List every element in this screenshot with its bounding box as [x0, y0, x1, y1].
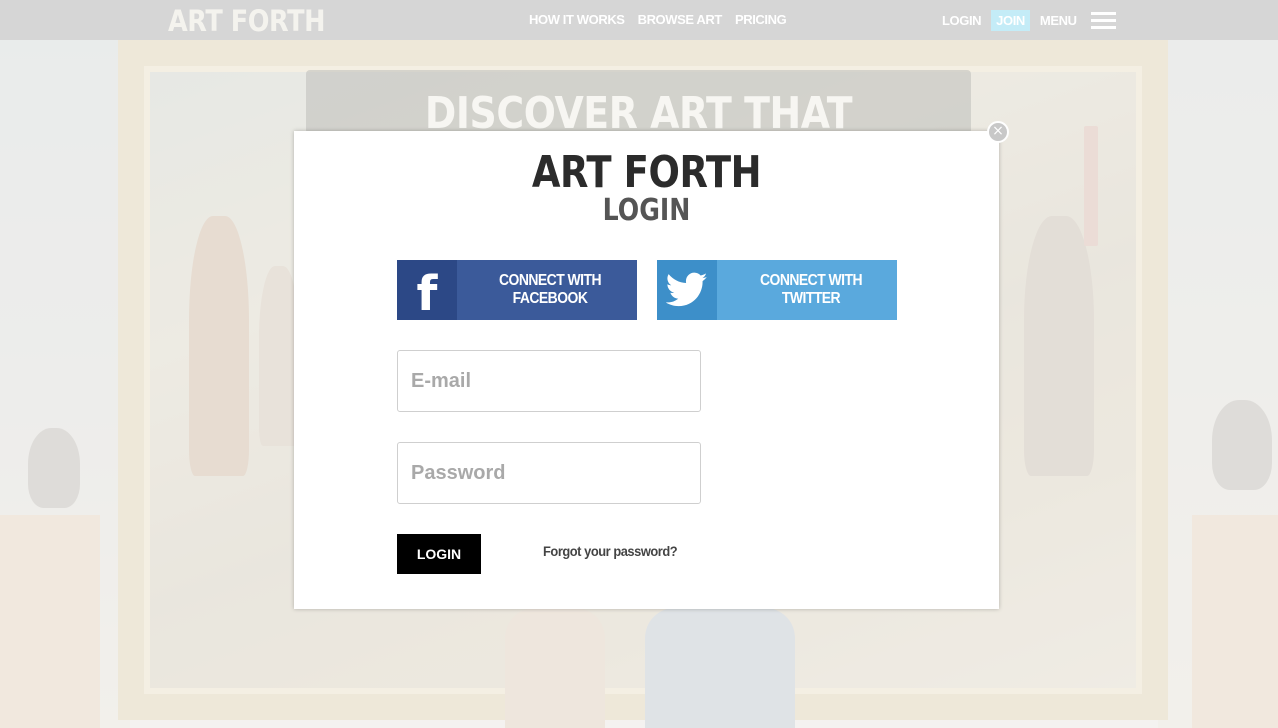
primary-nav: HOW IT WORKS BROWSE ART PRICING [529, 12, 787, 27]
nav-browse-art[interactable]: BROWSE ART [638, 12, 723, 27]
email-field[interactable] [397, 350, 701, 412]
login-modal: ART FORTH LOGIN f CONNECT WITH FACEBOOK … [294, 131, 999, 609]
nav-login[interactable]: LOGIN [942, 13, 982, 28]
connect-facebook-button[interactable]: f CONNECT WITH FACEBOOK [397, 260, 637, 320]
account-nav: LOGIN JOIN MENU [942, 10, 1116, 31]
top-nav: ART FORTH HOW IT WORKS BROWSE ART PRICIN… [0, 0, 1278, 40]
twitter-button-label: CONNECT WITH TWITTER [759, 272, 863, 307]
twitter-bird-icon [657, 260, 717, 320]
nav-how-it-works[interactable]: HOW IT WORKS [529, 12, 625, 27]
password-field[interactable] [397, 442, 701, 504]
nav-pricing[interactable]: PRICING [735, 12, 787, 27]
menu-label[interactable]: MENU [1040, 13, 1077, 28]
login-submit-button[interactable]: LOGIN [397, 534, 481, 574]
hero-banner: DISCOVER ART THAT MOVES YOU [306, 70, 971, 190]
hamburger-menu-icon[interactable] [1090, 12, 1116, 29]
modal-title: LOGIN [602, 193, 691, 228]
connect-twitter-button[interactable]: CONNECT WITH TWITTER [657, 260, 897, 320]
facebook-button-label: CONNECT WITH FACEBOOK [498, 272, 602, 307]
modal-logo: ART FORTH [531, 147, 762, 198]
close-icon[interactable]: × [987, 121, 1009, 143]
facebook-icon: f [397, 260, 457, 320]
facebook-f-glyph: f [416, 266, 438, 322]
join-button[interactable]: JOIN [991, 10, 1030, 31]
site-logo[interactable]: ART FORTH [168, 4, 325, 38]
forgot-password-link[interactable]: Forgot your password? [543, 543, 678, 559]
